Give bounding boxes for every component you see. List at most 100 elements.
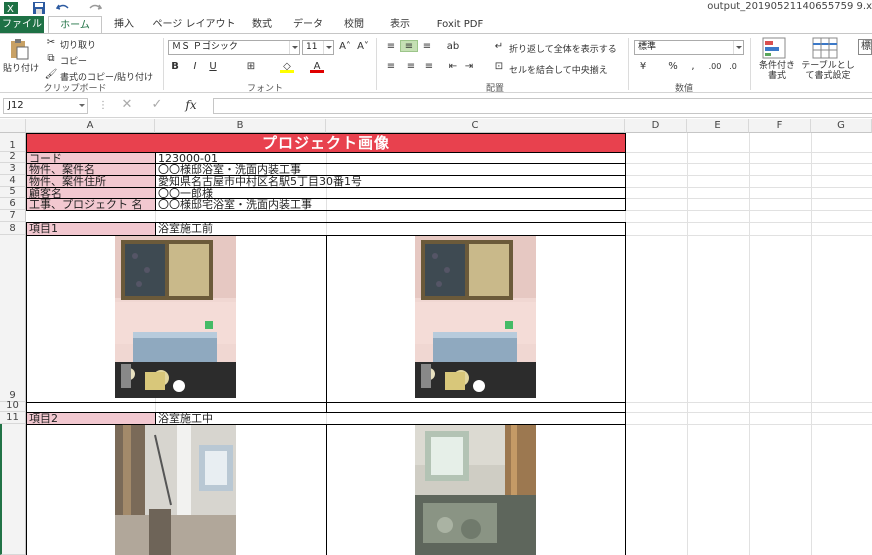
increase-indent-icon[interactable]: ⇥ [462,61,476,73]
font-color-icon[interactable]: A [310,61,324,73]
tab-file[interactable]: ファイル [0,16,44,33]
copy-icon[interactable]: ⧉ [44,53,58,65]
format-as-table-icon[interactable] [812,37,838,59]
number-format-select[interactable]: 標準 [634,40,744,55]
row-header-8[interactable]: 8 [0,222,26,235]
bold-button[interactable]: B [168,61,182,73]
merge-center-icon[interactable]: ⊡ [492,61,506,73]
worksheet-grid[interactable]: A B C D E F G 1 2 3 4 5 6 7 8 9 10 11 プロ… [0,119,872,555]
formula-input[interactable] [213,98,872,114]
table-border [26,152,626,153]
label-project-name[interactable]: 工事、プロジェクト 名 [27,199,155,210]
table-border [26,163,626,164]
decrease-indent-icon[interactable]: ⇤ [446,61,460,73]
column-header-g[interactable]: G [811,119,872,133]
row-header-7[interactable]: 7 [0,210,26,222]
currency-icon[interactable]: ¥ [636,61,650,73]
underline-button[interactable]: U [206,61,220,73]
value-code[interactable]: 123000-01 [156,153,625,163]
name-box[interactable]: J12 [3,98,88,114]
format-as-table-button[interactable]: テーブルとして書式設定 [800,61,856,81]
save-icon[interactable] [32,2,46,14]
bathroom-during-photo-left[interactable] [115,425,236,555]
align-top-icon[interactable]: ≡ [384,41,398,53]
bathroom-before-photo-right[interactable] [415,236,536,398]
merge-center-button[interactable]: セルを結合して中央揃え [509,63,608,76]
copy-button[interactable]: コピー [60,54,87,67]
tab-foxit-pdf[interactable]: Foxit PDF [426,16,494,33]
align-left-icon[interactable]: ≡ [384,61,398,73]
orientation-icon[interactable]: ab [446,41,460,53]
font-name-select[interactable]: ＭＳ Ｐゴシック [168,40,300,55]
comma-style-icon[interactable]: , [686,61,700,73]
shrink-font-icon[interactable]: A˅ [356,41,370,53]
row-header-9[interactable]: 9 [0,235,26,402]
row-header-12[interactable] [0,424,26,555]
select-all-corner[interactable] [0,119,26,133]
sheet-title[interactable]: プロジェクト画像 [27,134,625,152]
format-painter-icon[interactable]: 🖌 [44,69,58,81]
cell-styles-gallery[interactable]: 標 [858,39,872,55]
row-header-5[interactable]: 5 [0,186,26,198]
align-bottom-icon[interactable]: ≡ [420,41,434,53]
insert-function-icon[interactable]: fx [184,99,198,111]
label-code[interactable]: コード [27,153,155,163]
bathroom-during-photo-right[interactable] [415,425,536,555]
tab-data[interactable]: データ [288,16,328,33]
cut-button[interactable]: 切り取り [60,38,96,51]
borders-icon[interactable]: ⊞ [244,61,258,73]
align-middle-icon[interactable]: ≡ [400,40,418,52]
tab-review[interactable]: 校閲 [336,16,372,33]
cut-icon[interactable]: ✂ [44,37,58,49]
value-item-2[interactable]: 浴室施工中 [156,413,625,424]
value-item-1[interactable]: 浴室施工前 [156,223,625,235]
tab-insert[interactable]: 挿入 [104,16,144,33]
column-header-e[interactable]: E [687,119,749,133]
row-header-11[interactable]: 11 [0,412,26,424]
font-size-select[interactable]: 11 [302,40,334,55]
tab-page-layout[interactable]: ページ レイアウト [148,16,240,33]
row-header-2[interactable]: 2 [0,151,26,163]
column-header-a[interactable]: A [26,119,155,133]
paste-icon[interactable] [8,38,30,60]
tab-home[interactable]: ホーム [48,16,102,33]
conditional-formatting-button[interactable]: 条件付き書式 [755,61,799,81]
bathroom-before-photo-left[interactable] [115,236,236,398]
percent-button[interactable]: % [666,61,680,73]
redo-icon[interactable] [88,2,102,14]
italic-button[interactable]: I [188,61,202,73]
label-property-address[interactable]: 物件、案件住所 [27,176,155,187]
decrease-decimal-icon[interactable]: .0 [726,61,740,73]
undo-icon[interactable] [56,2,70,14]
row-header-10[interactable]: 10 [0,400,26,412]
label-customer-name[interactable]: 顧客名 [27,188,155,198]
fill-color-icon[interactable]: ◇ [280,61,294,73]
align-center-icon[interactable]: ≡ [404,61,418,73]
wrap-text-button[interactable]: 折り返して全体を表示する [509,42,617,55]
value-property-address[interactable]: 愛知県名古屋市中村区名駅5丁目30番1号 [156,176,625,187]
value-customer-name[interactable]: 〇〇一郎様 [156,188,625,198]
conditional-formatting-icon[interactable] [762,37,786,59]
table-border [26,198,626,199]
column-header-d[interactable]: D [625,119,687,133]
cancel-entry-icon[interactable]: ✕ [120,98,134,111]
row-header-1[interactable]: 1 [0,133,26,152]
align-right-icon[interactable]: ≡ [422,61,436,73]
tab-view[interactable]: 表示 [382,16,418,33]
wrap-text-icon[interactable]: ↵ [492,41,506,53]
column-header-f[interactable]: F [749,119,811,133]
column-header-c[interactable]: C [326,119,625,133]
paste-button[interactable]: 貼り付け [3,61,39,74]
row-header-3[interactable]: 3 [0,163,26,175]
label-property-name[interactable]: 物件、案件名 [27,164,155,175]
tab-formulas[interactable]: 数式 [244,16,280,33]
column-header-b[interactable]: B [155,119,326,133]
confirm-entry-icon[interactable]: ✓ [150,98,164,111]
label-item-1[interactable]: 項目1 [27,223,155,235]
label-item-2[interactable]: 項目2 [27,413,155,424]
value-project-name[interactable]: 〇〇様邸宅浴室・洗面内装工事 [156,199,625,210]
increase-decimal-icon[interactable]: .00 [708,61,722,73]
row-header-6[interactable]: 6 [0,198,26,210]
grow-font-icon[interactable]: A˄ [338,41,352,53]
value-property-name[interactable]: 〇〇様邸浴室・洗面内装工事 [156,164,625,175]
